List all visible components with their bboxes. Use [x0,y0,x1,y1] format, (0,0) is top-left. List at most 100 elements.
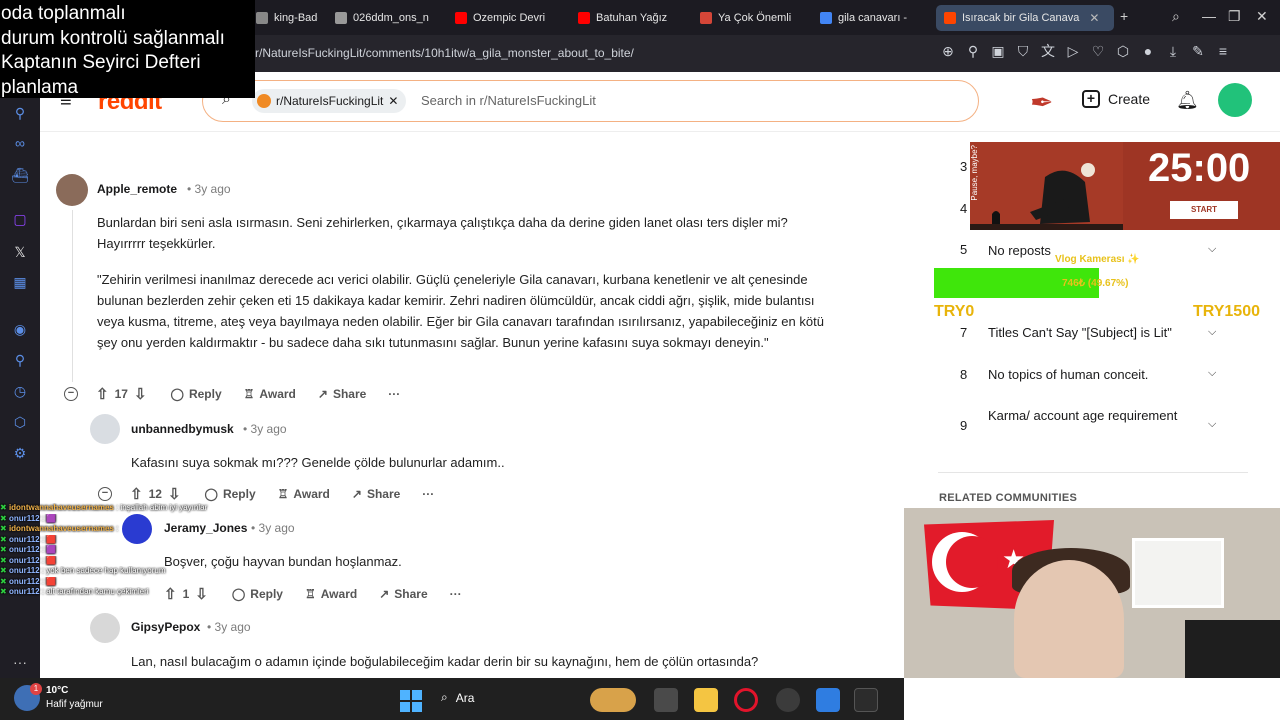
restore-icon[interactable]: ❐ [1228,8,1241,25]
comment-author[interactable]: unbannedbymusk [131,422,234,436]
share-button[interactable]: ↗ Share [379,587,427,601]
settings-icon[interactable]: ⚙ [10,443,30,463]
browser-tab[interactable]: king-Bad- [248,5,318,31]
file-explorer-icon[interactable] [694,688,718,712]
minimize-icon[interactable]: — [1202,8,1216,24]
crescent-cutout [946,536,998,588]
browser-tab[interactable]: gila canavarı - [812,5,924,31]
weather-news-widget-icon[interactable] [590,688,636,712]
feather-icon[interactable]: ✒ [1030,86,1062,126]
x-icon[interactable]: 𝕏 [10,242,30,262]
pin-icon[interactable]: ⚲ [10,103,30,123]
pin-icon[interactable]: ⚲ [965,43,981,59]
chevron-down-icon[interactable]: ⌵ [1208,418,1216,431]
chevron-down-icon[interactable]: ⌵ [1208,326,1216,339]
profile-icon[interactable]: ● [1140,43,1156,59]
close-icon[interactable]: ✕ [1256,8,1268,25]
comment-author[interactable]: Apple_remote [97,182,177,196]
avatar[interactable] [1218,83,1252,117]
share-button[interactable]: ↗ Share [352,487,400,501]
app-icon[interactable]: ▦ [10,272,30,292]
tab-close-icon[interactable]: ✕ [1089,11,1099,25]
new-tab-icon[interactable]: + [1120,8,1128,24]
menu-icon[interactable]: ≡ [1215,43,1231,59]
task-view-icon[interactable] [654,688,678,712]
windows-start-icon[interactable] [400,690,422,712]
download-icon[interactable]: ⤓ [1165,43,1181,59]
award-button[interactable]: ♖ Award [244,387,296,401]
play-icon[interactable]: ◉ [10,319,30,339]
heart-icon[interactable]: ♡ [1090,43,1106,59]
opera-icon[interactable] [734,688,758,712]
chevron-down-icon[interactable]: ⌵ [1208,367,1216,380]
award-button[interactable]: ♖ Award [305,587,357,601]
browser-tab[interactable]: Ya Çok Önemli [692,5,804,31]
extensions-icon[interactable]: ⬡ [10,412,30,432]
more-icon[interactable]: ··· [10,652,30,672]
chat-username: onur112 [8,555,40,565]
downvote-icon[interactable]: ⇩ [134,385,147,403]
chevron-down-icon[interactable]: ⌵ [1208,243,1216,256]
search-input[interactable]: Search in r/NatureIsFuckingLit [421,93,596,108]
downvote-icon[interactable]: ⇩ [168,485,181,503]
ship-icon[interactable]: ⛴ [10,165,30,185]
collapse-icon[interactable]: − [64,387,78,401]
shield-icon[interactable]: ⛉ [1015,43,1031,59]
epic-games-icon[interactable] [854,688,878,712]
reply-button[interactable]: ◯ Reply [205,487,256,501]
browser-tab[interactable]: 026ddm_ons_n [327,5,439,31]
screenshot-icon[interactable]: ▣ [990,43,1006,59]
tab-favicon-icon [820,12,832,24]
more-button[interactable]: ··· [450,587,462,601]
bell-icon[interactable]: 🔔︎ [1176,90,1199,111]
glasses-icon[interactable]: ∞ [10,133,30,153]
pomodoro-illustration [970,142,1123,230]
chat-message: ✖ onur112 : 🟪 [0,545,240,556]
collapse-icon[interactable]: − [98,487,112,501]
note-line: oda toplanmalı [1,3,126,24]
weather-widget[interactable]: 1 10°C Hafif yağmur [14,683,103,712]
avatar[interactable] [56,174,88,206]
upvote-icon[interactable]: ⇧ [96,385,109,403]
share-button[interactable]: ↗ Share [318,387,366,401]
tab-favicon-icon [578,12,590,24]
twitch-icon[interactable]: ▢ [10,209,30,229]
rule-title[interactable]: Karma/ account age requirement [988,405,1198,426]
pin-icon[interactable]: ⚲ [10,350,30,370]
search-icon[interactable]: ⌕ [1172,8,1180,25]
pomodoro-start-button[interactable]: START [1170,201,1238,219]
rule-title[interactable]: Titles Can't Say "[Subject] is Lit" [988,322,1198,343]
thread-line[interactable] [72,210,73,382]
browser-tab[interactable]: Isıracak bir Gila Canava ✕ [936,5,1114,31]
history-icon[interactable]: ◷ [10,381,30,401]
more-button[interactable]: ··· [422,487,434,501]
share-label: Share [332,387,367,401]
subreddit-chip[interactable]: r/NatureIsFuckingLit ✕ [252,89,407,113]
create-button[interactable]: + Create [1082,90,1150,108]
create-label: Create [1108,91,1151,107]
taskbar-search[interactable]: ⌕ Ara [441,690,474,705]
app-icon[interactable] [816,688,840,712]
rule-number: 9 [960,418,968,433]
extensions-icon[interactable]: ⬡ [1115,43,1131,59]
chip-close-icon[interactable]: ✕ [388,94,398,108]
more-button[interactable]: ··· [388,387,400,401]
wall-poster [1132,538,1224,608]
award-button[interactable]: ♖ Award [278,487,330,501]
ai-icon[interactable]: ✎ [1190,43,1206,59]
comment-time: • 3y ago [243,422,287,436]
play-icon[interactable]: ▷ [1065,43,1081,59]
avatar[interactable] [90,414,120,444]
reply-label: Reply [188,387,222,401]
obs-icon[interactable] [776,688,800,712]
translate-icon[interactable]: 文 [1040,43,1056,59]
browser-tab[interactable]: Batuhan Yağız [570,5,682,31]
zoom-icon[interactable]: ⊕ [940,43,956,59]
award-label: Award [320,587,358,601]
url-field[interactable]: r/NatureIsFuckingLit/comments/10h1itw/a_… [255,46,634,60]
upvote-icon[interactable]: ⇧ [130,485,143,503]
browser-tab[interactable]: Ozempic Devri [447,5,559,31]
tab-label: Isıracak bir Gila Canava [962,12,1080,24]
rule-title[interactable]: No topics of human conceit. [988,364,1198,385]
reply-button[interactable]: ◯ Reply [171,387,222,401]
